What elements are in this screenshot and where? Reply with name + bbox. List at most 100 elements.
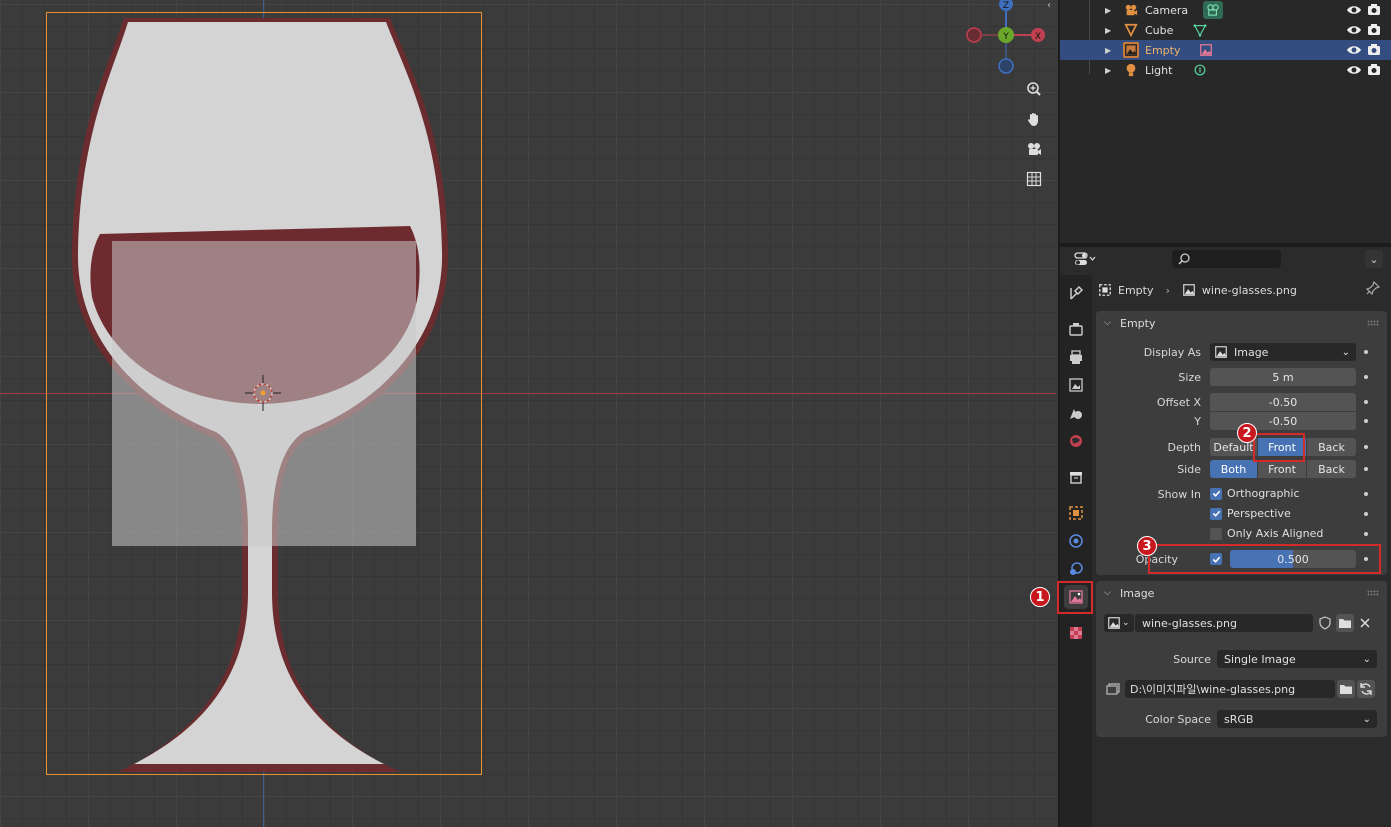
light-data-icon[interactable] — [1192, 62, 1208, 78]
side-label: Side — [1177, 463, 1201, 476]
checkbox-unchecked-icon[interactable] — [1210, 527, 1222, 540]
reload-icon[interactable] — [1357, 680, 1375, 698]
image-data-icon[interactable] — [1198, 42, 1214, 58]
perspective-checkbox[interactable]: Perspective — [1210, 507, 1291, 520]
drag-grip-icon[interactable] — [1367, 320, 1379, 326]
offset-y-field[interactable]: -0.50 — [1210, 412, 1356, 430]
camera-object-icon — [1123, 2, 1139, 18]
tab-output[interactable] — [1064, 345, 1088, 369]
source-label: Source — [1173, 653, 1211, 666]
visibility-eye-icon[interactable] — [1346, 63, 1362, 77]
side-option-back[interactable]: Back — [1307, 460, 1356, 478]
checkbox-checked-icon[interactable] — [1210, 487, 1222, 500]
outliner-row-empty[interactable]: ▶ Empty — [1060, 40, 1391, 60]
image-name: wine-glasses.png — [1142, 616, 1237, 630]
3d-viewport[interactable]: Z X Y ‹ — [0, 0, 1056, 827]
visibility-eye-icon[interactable] — [1346, 43, 1362, 57]
shield-icon[interactable] — [1316, 614, 1334, 632]
gizmo-y-label[interactable]: Y — [1002, 32, 1009, 42]
empty-panel: ⌵ Empty Display As Image ⌄ Size 5 m Offs… — [1096, 311, 1387, 575]
side-option-both[interactable]: Both — [1210, 460, 1258, 478]
mesh-data-icon[interactable] — [1192, 22, 1208, 38]
chevron-down-icon: ⌄ — [1122, 618, 1130, 628]
keyframe-dot[interactable] — [1364, 400, 1368, 404]
offset-x-field[interactable]: -0.50 — [1210, 393, 1356, 411]
tab-view-layer[interactable] — [1064, 373, 1088, 397]
visibility-eye-icon[interactable] — [1346, 23, 1362, 37]
expand-triangle-icon[interactable]: ▶ — [1105, 26, 1111, 35]
render-camera-icon[interactable] — [1367, 23, 1383, 37]
render-camera-icon[interactable] — [1367, 63, 1383, 77]
keyframe-dot[interactable] — [1364, 375, 1368, 379]
outliner[interactable]: ▶ Camera ▶ Cube ▶ Empty ▶ Light — [1058, 0, 1391, 243]
keyframe-dot[interactable] — [1364, 350, 1368, 354]
navigation-gizmo[interactable]: Z X Y — [964, 0, 1048, 80]
hand-icon[interactable] — [1022, 107, 1046, 131]
image-browse-button[interactable]: ⌄ — [1104, 614, 1134, 632]
chevron-down-icon: ⌄ — [1341, 346, 1350, 358]
display-as-dropdown[interactable]: Image ⌄ — [1210, 343, 1356, 361]
outliner-row-light[interactable]: ▶ Light — [1060, 60, 1391, 80]
tab-collection[interactable] — [1064, 465, 1088, 489]
size-field[interactable]: 5 m — [1210, 368, 1356, 386]
tab-scene[interactable] — [1064, 401, 1088, 425]
tab-texture[interactable] — [1064, 621, 1088, 645]
tab-modifiers[interactable] — [1064, 529, 1088, 553]
depth-label: Depth — [1167, 441, 1201, 454]
image-name-field[interactable]: wine-glasses.png — [1135, 614, 1313, 632]
editor-type-icon[interactable] — [1070, 250, 1100, 268]
pin-icon[interactable] — [1365, 280, 1381, 298]
outliner-row-camera[interactable]: ▶ Camera — [1060, 0, 1391, 20]
source-dropdown[interactable]: Single Image ⌄ — [1217, 650, 1377, 668]
gizmo-z-label[interactable]: Z — [1003, 1, 1009, 11]
tab-object[interactable] — [1064, 501, 1088, 525]
close-icon[interactable] — [1356, 614, 1374, 632]
properties-editor[interactable]: ⌄ Empty › wine-glasses.png ⌵ Empty Displ… — [1058, 247, 1391, 827]
drag-grip-icon[interactable] — [1367, 590, 1379, 596]
folder-icon[interactable] — [1336, 614, 1354, 632]
folder-icon[interactable] — [1337, 680, 1355, 698]
zoom-icon[interactable] — [1022, 77, 1046, 101]
expand-triangle-icon[interactable]: ▶ — [1105, 6, 1111, 15]
keyframe-dot[interactable] — [1364, 492, 1368, 496]
depth-option-back[interactable]: Back — [1307, 438, 1356, 456]
chevron-down-icon[interactable]: ⌵ — [1104, 588, 1116, 598]
render-camera-icon[interactable] — [1367, 3, 1383, 17]
properties-search-input[interactable] — [1172, 250, 1281, 268]
tab-world[interactable] — [1064, 429, 1088, 453]
orthographic-checkbox[interactable]: Orthographic — [1210, 487, 1300, 500]
gizmo-x-label[interactable]: X — [1035, 32, 1041, 42]
expand-triangle-icon[interactable]: ▶ — [1105, 46, 1111, 55]
keyframe-dot[interactable] — [1364, 419, 1368, 423]
chevron-down-icon[interactable]: ⌄ — [1365, 250, 1383, 268]
checkbox-checked-icon[interactable] — [1210, 507, 1222, 520]
color-space-dropdown[interactable]: sRGB ⌄ — [1217, 710, 1377, 728]
visibility-eye-icon[interactable] — [1346, 3, 1362, 17]
render-camera-icon[interactable] — [1367, 43, 1383, 57]
expand-triangle-icon[interactable]: ▶ — [1105, 66, 1111, 75]
chevron-down-icon[interactable]: ⌵ — [1104, 318, 1116, 328]
only-axis-aligned-checkbox[interactable]: Only Axis Aligned — [1210, 527, 1323, 540]
collapse-arrow-icon[interactable]: ‹ — [1047, 0, 1056, 14]
filepath-value: D:\이미지파일\wine-glasses.png — [1130, 683, 1296, 696]
tab-render[interactable] — [1064, 317, 1088, 341]
keyframe-dot[interactable] — [1364, 467, 1368, 471]
keyframe-dot[interactable] — [1364, 532, 1368, 536]
tab-tool[interactable] — [1064, 281, 1088, 305]
grid-icon[interactable] — [1022, 167, 1046, 191]
filepath-field[interactable]: D:\이미지파일\wine-glasses.png — [1125, 680, 1335, 698]
keyframe-dot[interactable] — [1364, 445, 1368, 449]
offset-x-label: Offset X — [1156, 396, 1201, 409]
pack-file-icon[interactable] — [1104, 680, 1122, 698]
outliner-item-name: Cube — [1145, 23, 1174, 37]
keyframe-dot[interactable] — [1364, 512, 1368, 516]
camera-icon[interactable] — [1022, 137, 1046, 161]
camera-data-icon[interactable] — [1203, 1, 1223, 19]
empty-panel-header[interactable]: ⌵ Empty — [1096, 311, 1387, 335]
highlight-box-3 — [1148, 544, 1381, 574]
side-option-front[interactable]: Front — [1258, 460, 1307, 478]
outliner-row-cube[interactable]: ▶ Cube — [1060, 20, 1391, 40]
image-panel-header[interactable]: ⌵ Image — [1096, 581, 1387, 605]
tab-physics[interactable] — [1064, 557, 1088, 581]
side-selector[interactable]: Both Front Back — [1210, 460, 1356, 478]
